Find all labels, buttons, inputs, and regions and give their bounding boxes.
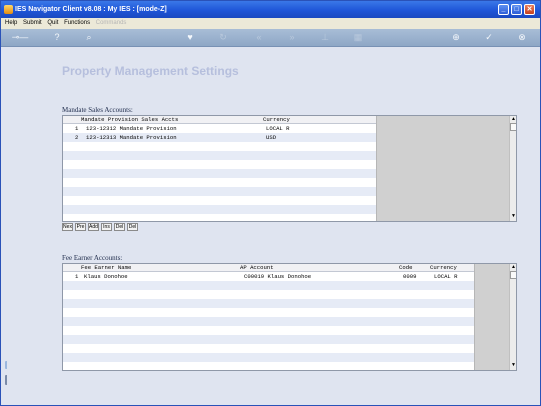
- title-bar: IES Navigator Client v8.08 : My IES : [m…: [1, 1, 540, 18]
- table-row[interactable]: [63, 281, 474, 290]
- table-row[interactable]: [63, 160, 376, 169]
- header-currency[interactable]: Currency: [430, 264, 457, 272]
- table-row[interactable]: [63, 353, 474, 362]
- scroll-up-icon[interactable]: ▲: [510, 116, 516, 123]
- window-title: IES Navigator Client v8.08 : My IES : [m…: [15, 6, 167, 13]
- fee-grid-header: Fee Earner Name AP Account Code Currency: [63, 264, 516, 272]
- menu-functions[interactable]: Functions: [64, 20, 90, 26]
- insert-button[interactable]: Ins: [101, 223, 112, 231]
- fee-side-panel: [474, 264, 509, 370]
- table-row[interactable]: 1 123-12312 Mandate Provision LOCAL R: [63, 124, 376, 133]
- row-number: 1: [75, 125, 79, 132]
- table-row[interactable]: [63, 142, 376, 151]
- header-code[interactable]: Code: [399, 264, 412, 272]
- header-fee-earner-name[interactable]: Fee Earner Name: [81, 264, 131, 272]
- close-button[interactable]: ✕: [524, 4, 535, 15]
- table-row[interactable]: [63, 326, 474, 335]
- maximize-button[interactable]: □: [511, 4, 522, 15]
- menu-bar: Help Submit Quit Functions Commands: [1, 18, 540, 29]
- menu-quit[interactable]: Quit: [47, 20, 58, 26]
- table-row[interactable]: [63, 290, 474, 299]
- minimize-button[interactable]: _: [498, 4, 509, 15]
- add-button[interactable]: Add: [88, 223, 99, 231]
- table-row[interactable]: [63, 169, 376, 178]
- table-row[interactable]: [63, 317, 474, 326]
- header-currency[interactable]: Currency: [263, 116, 290, 124]
- code-cell[interactable]: 0009: [403, 272, 416, 281]
- table-row[interactable]: [63, 214, 376, 221]
- scroll-thumb[interactable]: [510, 271, 516, 279]
- mandate-section-label: Mandate Sales Accounts:: [62, 106, 133, 114]
- currency-cell[interactable]: USD: [266, 133, 276, 142]
- scroll-thumb[interactable]: [510, 123, 516, 131]
- header-ap-account[interactable]: AP Account: [240, 264, 274, 272]
- search-icon[interactable]: ⌕: [83, 31, 95, 44]
- check-icon[interactable]: ✓: [483, 31, 495, 44]
- mandate-grid-buttons: Nex Pre Add Ins Del Del: [62, 223, 162, 231]
- table-row[interactable]: [63, 344, 474, 353]
- main-content: Property Management Settings Mandate Sal…: [7, 48, 534, 398]
- menu-submit[interactable]: Submit: [23, 20, 42, 26]
- help-icon[interactable]: ?: [51, 31, 63, 44]
- forward-icon[interactable]: »: [285, 31, 299, 44]
- ap-account-cell[interactable]: C00019 Klaus Donohoe: [244, 272, 311, 281]
- heart-icon[interactable]: ♥: [184, 31, 196, 44]
- page-title: Property Management Settings: [62, 64, 239, 78]
- table-row[interactable]: [63, 362, 474, 370]
- previous-button[interactable]: Pre: [75, 223, 86, 231]
- next-button[interactable]: Nex: [62, 223, 73, 231]
- mandate-side-panel: [376, 116, 509, 221]
- key-icon[interactable]: ⊸—: [9, 31, 31, 44]
- account-cell[interactable]: 123-12313 Mandate Provision: [86, 133, 177, 142]
- table-row[interactable]: [63, 187, 376, 196]
- table-row[interactable]: [63, 308, 474, 317]
- menu-help[interactable]: Help: [5, 20, 17, 26]
- currency-cell[interactable]: LOCAL R: [266, 124, 290, 133]
- table-row[interactable]: [63, 299, 474, 308]
- table-row[interactable]: [63, 335, 474, 344]
- delete-button[interactable]: Del: [114, 223, 125, 231]
- fee-section-label: Fee Earner Accounts:: [62, 254, 123, 262]
- mandate-grid: Mandate Provision Sales Accts Currency 1…: [62, 115, 517, 222]
- cancel-icon[interactable]: ⊗: [516, 31, 528, 44]
- app-icon: [4, 5, 13, 14]
- scroll-down-icon[interactable]: ▼: [510, 362, 516, 369]
- table-row[interactable]: [63, 178, 376, 187]
- mandate-scrollbar[interactable]: ▲ ▼: [509, 116, 516, 221]
- account-cell[interactable]: 123-12312 Mandate Provision: [86, 124, 177, 133]
- scroll-up-icon[interactable]: ▲: [510, 264, 516, 271]
- delete-all-button[interactable]: Del: [127, 223, 138, 231]
- row-number: 2: [75, 134, 79, 141]
- fee-scrollbar[interactable]: ▲ ▼: [509, 264, 516, 370]
- toolbar: ⊸— ? ⌕ ♥ ↻ « » ⊥ ▦ ⊕ ✓ ⊗: [1, 29, 540, 47]
- fee-earner-name-cell[interactable]: Klaus Donohoe: [84, 272, 128, 281]
- table-row[interactable]: 1 Klaus Donohoe C00019 Klaus Donohoe 000…: [63, 272, 474, 281]
- scroll-down-icon[interactable]: ▼: [510, 213, 516, 220]
- currency-cell[interactable]: LOCAL R: [434, 272, 458, 281]
- row-number: 1: [75, 273, 79, 280]
- table-row[interactable]: [63, 205, 376, 214]
- refresh-icon[interactable]: ↻: [217, 31, 229, 44]
- lock-icon[interactable]: ⊕: [450, 31, 462, 44]
- table-row[interactable]: [63, 196, 376, 205]
- table-row[interactable]: [63, 151, 376, 160]
- table-row[interactable]: 2 123-12313 Mandate Provision USD: [63, 133, 376, 142]
- header-mandate-provision[interactable]: Mandate Provision Sales Accts: [81, 116, 178, 124]
- menu-commands[interactable]: Commands: [96, 20, 127, 26]
- grid-icon[interactable]: ▦: [352, 31, 364, 44]
- pin-icon[interactable]: ⊥: [319, 31, 331, 44]
- rewind-icon[interactable]: «: [252, 31, 266, 44]
- app-window: IES Navigator Client v8.08 : My IES : [m…: [0, 0, 541, 406]
- fee-grid: Fee Earner Name AP Account Code Currency…: [62, 263, 517, 371]
